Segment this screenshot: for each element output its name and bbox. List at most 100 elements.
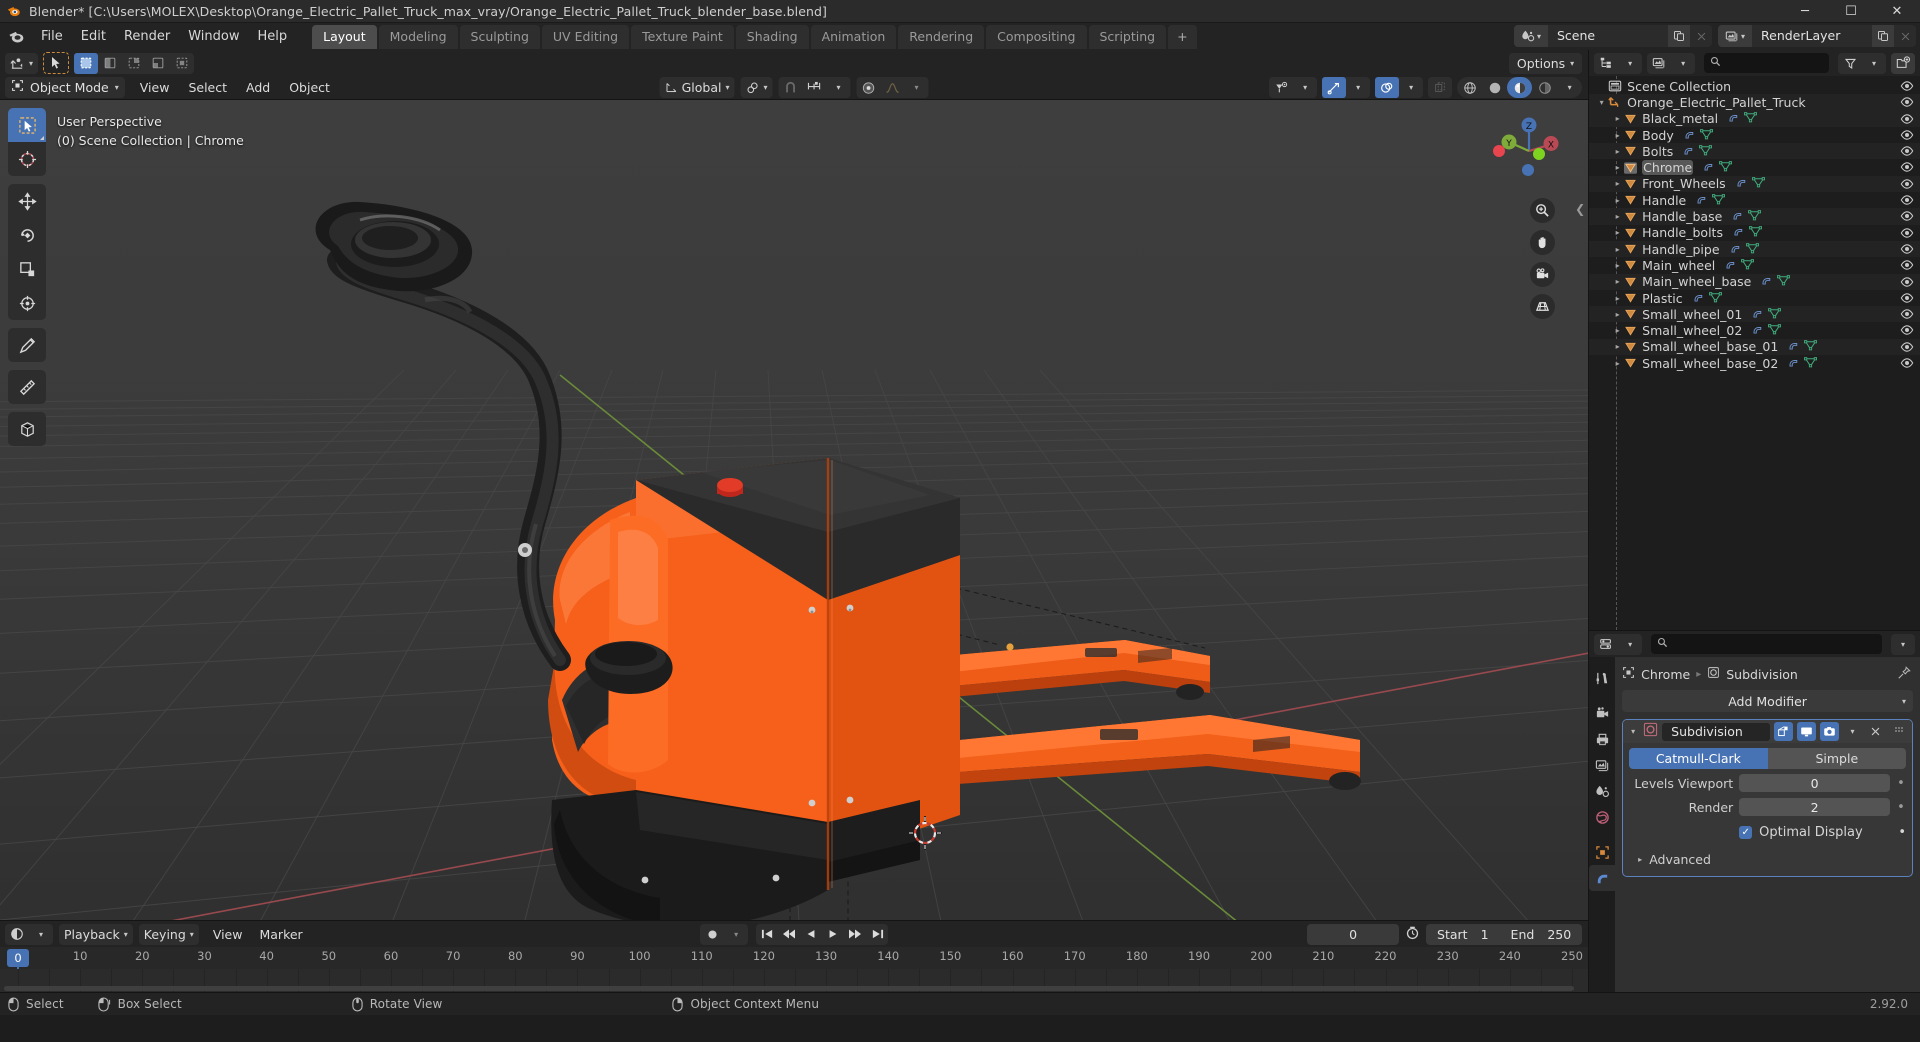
disclosure-triangle-icon[interactable]: ▸: [1611, 147, 1624, 156]
modifier-wrench-icon[interactable]: [1787, 339, 1799, 354]
tab-modifiers[interactable]: [1589, 865, 1616, 891]
minimize-button[interactable]: ─: [1782, 0, 1828, 23]
outliner-object-row[interactable]: ▸ Small_wheel_base_02: [1589, 355, 1920, 371]
catmull-clark-option[interactable]: Catmull-Clark: [1629, 748, 1768, 769]
outliner-object-row[interactable]: ▸ Small_wheel_01: [1589, 306, 1920, 323]
modifier-wrench-icon[interactable]: [1682, 144, 1694, 159]
prev-keyframe-icon[interactable]: [778, 924, 800, 945]
filter-chevron[interactable]: ▾: [1862, 53, 1886, 74]
modifier-wrench-icon[interactable]: [1751, 307, 1763, 322]
outliner-object-row[interactable]: ▸ Handle_pipe: [1589, 240, 1920, 258]
viewport-menu-select[interactable]: Select: [179, 77, 236, 98]
disclosure-triangle-icon[interactable]: ▾: [1595, 98, 1608, 107]
row-data-icons[interactable]: [1729, 242, 1759, 257]
mesh-data-icon[interactable]: [1751, 176, 1765, 191]
menu-file[interactable]: File: [32, 26, 72, 47]
zoom-icon[interactable]: [1530, 198, 1556, 223]
mesh-data-icon[interactable]: [1741, 258, 1755, 273]
row-data-icons[interactable]: [1735, 176, 1765, 191]
render-icon[interactable]: [1820, 722, 1839, 741]
jump-to-end-icon[interactable]: [866, 924, 888, 945]
show-gizmo-icon[interactable]: [1322, 77, 1347, 98]
snapping-group[interactable]: ▾: [778, 77, 851, 98]
outliner-row-label[interactable]: Small_wheel_base_01: [1642, 339, 1778, 354]
outliner-editor-type[interactable]: ▾: [1594, 52, 1643, 74]
playback-controls[interactable]: ▾: [700, 923, 889, 945]
tool-measure[interactable]: [8, 370, 46, 404]
show-on-cage-icon[interactable]: [1774, 722, 1793, 741]
mesh-data-icon[interactable]: [1708, 291, 1722, 306]
outliner-object-row[interactable]: ▸ Front_Wheels: [1589, 175, 1920, 193]
outliner-row-label[interactable]: Bolts: [1642, 144, 1673, 159]
properties-editor[interactable]: ▾ ▾ Chrome ▸ Subdivision Add Modifier ▾ …: [1589, 630, 1920, 992]
rendered-shading-icon[interactable]: [1532, 77, 1557, 98]
blender-menu-icon[interactable]: [6, 27, 26, 47]
tab-animation[interactable]: Animation: [810, 24, 897, 49]
properties-editor-type[interactable]: ▾: [1594, 633, 1643, 655]
tab-world[interactable]: [1589, 804, 1615, 830]
wireframe-shading-icon[interactable]: [1457, 77, 1482, 98]
levels-viewport-value[interactable]: 0: [1739, 774, 1890, 792]
transform-pivot-dropdown[interactable]: ▾: [5, 52, 39, 74]
disclosure-triangle-icon[interactable]: ▸: [1611, 326, 1624, 335]
outliner-object-row[interactable]: ▸ Black_metal: [1589, 110, 1920, 127]
menu-window[interactable]: Window: [179, 26, 248, 47]
shading-dropdown-chevron[interactable]: ▾: [1557, 77, 1582, 98]
display-in-viewport-icon[interactable]: [1797, 722, 1816, 741]
row-data-icons[interactable]: [1724, 258, 1755, 273]
close-button[interactable]: ✕: [1874, 0, 1920, 23]
tab-shading[interactable]: Shading: [735, 24, 809, 49]
falloff-dropdown-chevron[interactable]: ▾: [905, 77, 929, 98]
next-keyframe-icon[interactable]: [844, 924, 866, 945]
view-layer-display-icon[interactable]: [1647, 53, 1671, 74]
outliner-row-label[interactable]: Scene Collection: [1627, 79, 1731, 94]
subdivision-type-toggle[interactable]: Catmull-Clark Simple: [1629, 748, 1906, 769]
tab-texture-paint[interactable]: Texture Paint: [631, 24, 734, 49]
row-data-icons[interactable]: [1682, 144, 1713, 159]
modifier-wrench-icon[interactable]: [1724, 258, 1736, 273]
outliner-row-label[interactable]: Body: [1642, 128, 1674, 143]
select-subtract-icon[interactable]: [122, 53, 146, 74]
row-data-icons[interactable]: [1731, 209, 1762, 224]
timeline-editor-icon[interactable]: [5, 924, 29, 945]
disclosure-triangle-icon[interactable]: ▸: [1611, 261, 1624, 270]
outliner-row-label[interactable]: Black_metal: [1642, 111, 1718, 126]
modifier-extras-chevron[interactable]: ▾: [1843, 722, 1862, 741]
modifier-wrench-icon[interactable]: [1727, 111, 1739, 126]
mesh-data-icon[interactable]: [1749, 225, 1762, 240]
outliner-object-row[interactable]: ▸ Body: [1589, 127, 1920, 143]
view-layer-selector[interactable]: ▾ RenderLayer: [1718, 25, 1916, 47]
solid-shading-icon[interactable]: [1482, 77, 1507, 98]
outliner-object-row[interactable]: ▸ Small_wheel_base_01: [1589, 338, 1920, 356]
select-intersect-icon[interactable]: [170, 53, 194, 74]
modifier-panel-subdivision[interactable]: ▾ Subdivision ▾ Catmull-Clark Simple Lev…: [1622, 719, 1913, 877]
properties-search-box[interactable]: [1651, 634, 1882, 654]
timeline-menu-marker[interactable]: Marker: [251, 924, 310, 945]
outliner-scene-collection[interactable]: Scene Collection: [1589, 78, 1920, 94]
modifier-name-field[interactable]: Subdivision: [1662, 722, 1770, 741]
hide-in-viewport-icon[interactable]: [1900, 356, 1914, 373]
viewport-menu-object[interactable]: Object: [280, 77, 339, 98]
auto-key-chevron[interactable]: ▾: [724, 924, 748, 945]
properties-search-input[interactable]: [1673, 637, 1876, 651]
optimal-display-animate-dot[interactable]: •: [1898, 825, 1906, 840]
render-levels-animate-dot[interactable]: •: [1896, 800, 1906, 815]
scene-selector[interactable]: ▾ Scene: [1514, 25, 1712, 47]
filter-icon[interactable]: [1838, 53, 1862, 74]
shading-mode-group[interactable]: ▾: [1457, 77, 1583, 98]
row-data-icons[interactable]: [1727, 111, 1758, 126]
row-data-icons[interactable]: [1787, 356, 1818, 371]
tab-layout[interactable]: Layout: [312, 24, 377, 49]
disclosure-triangle-icon[interactable]: ▸: [1611, 294, 1624, 303]
viewport-menu-view[interactable]: View: [131, 77, 179, 98]
outliner-object-row[interactable]: ▸ Bolts: [1589, 143, 1920, 160]
mesh-data-icon[interactable]: [1748, 209, 1762, 224]
mesh-data-icon[interactable]: [1768, 323, 1782, 338]
transform-orientation-dropdown[interactable]: Global ▾: [659, 77, 735, 98]
row-data-icons[interactable]: [1787, 339, 1818, 354]
frame-range-fields[interactable]: Start 1 End 250: [1426, 923, 1583, 945]
timeline-horizontal-scrollbar[interactable]: [4, 986, 1575, 991]
toggle-xray-icon[interactable]: [1428, 77, 1452, 98]
modifier-wrench-icon[interactable]: [1683, 128, 1695, 143]
object-type-visibility-icon[interactable]: [1269, 77, 1293, 98]
